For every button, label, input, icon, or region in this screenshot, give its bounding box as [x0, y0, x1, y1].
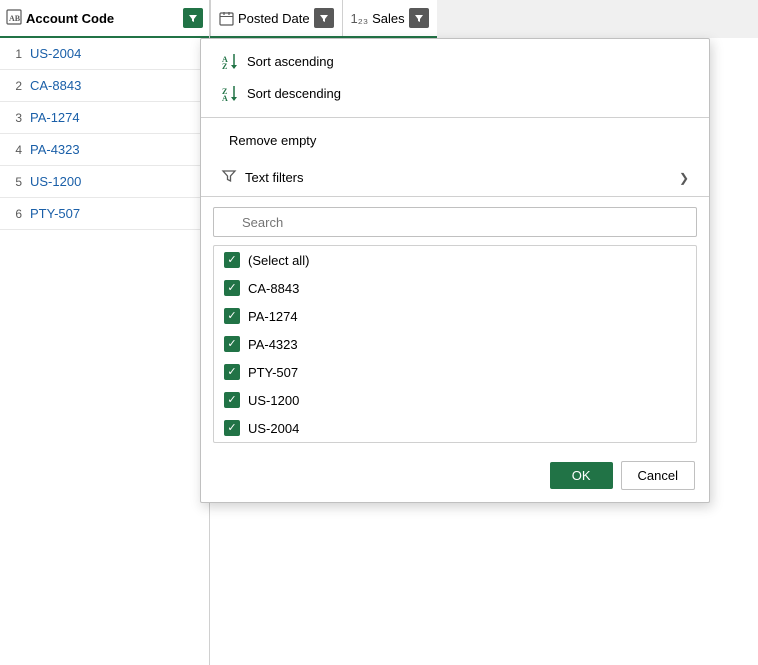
row-value: PTY-507 [30, 206, 80, 221]
checkbox-list: ✓ (Select all) ✓ CA-8843 ✓ PA-1274 ✓ PA-… [213, 245, 697, 443]
select-all-item[interactable]: ✓ (Select all) [214, 246, 696, 274]
sort-descending-label: Sort descending [247, 86, 341, 101]
text-column-icon: AB [6, 9, 22, 28]
chevron-right-icon: ❯ [679, 171, 689, 185]
row-number: 2 [0, 79, 30, 93]
sort-descending-item[interactable]: Z A Sort descending [201, 77, 709, 109]
svg-text:AB: AB [9, 14, 21, 23]
other-headers: Posted Date 1₂₃ Sales [210, 0, 437, 38]
filter-dropdown: A Z Sort ascending Z A Sort descending [200, 38, 710, 503]
svg-text:A: A [222, 94, 228, 102]
item-label-pa4323: PA-4323 [248, 337, 298, 352]
select-all-checkbox[interactable]: ✓ [224, 252, 240, 268]
posted-date-filter-button[interactable] [314, 8, 334, 28]
row-value: US-1200 [30, 174, 81, 189]
checkbox-pty507[interactable]: ✓ [224, 364, 240, 380]
divider-2 [201, 196, 709, 197]
row-number: 3 [0, 111, 30, 125]
text-filters-left: Text filters [221, 168, 304, 187]
row-number: 5 [0, 175, 30, 189]
checkbox-item-pty507[interactable]: ✓ PTY-507 [214, 358, 696, 386]
select-all-label: (Select all) [248, 253, 309, 268]
table-row: 6 PTY-507 [0, 198, 209, 230]
checkmark-icon: ✓ [227, 255, 236, 266]
item-label-us1200: US-1200 [248, 393, 299, 408]
row-number: 6 [0, 207, 30, 221]
text-filters-item[interactable]: Text filters ❯ [201, 161, 709, 194]
checkmark-icon: ✓ [227, 283, 236, 294]
account-code-label: Account Code [26, 11, 179, 26]
text-filters-label: Text filters [245, 170, 304, 185]
account-code-filter-button[interactable] [183, 8, 203, 28]
svg-text:Z: Z [222, 62, 227, 70]
checkbox-pa1274[interactable]: ✓ [224, 308, 240, 324]
row-value: CA-8843 [30, 78, 81, 93]
checkbox-ca8843[interactable]: ✓ [224, 280, 240, 296]
checkbox-pa4323[interactable]: ✓ [224, 336, 240, 352]
sales-filter-button[interactable] [409, 8, 429, 28]
checkmark-icon: ✓ [227, 367, 236, 378]
row-value: PA-1274 [30, 110, 80, 125]
table-row: 2 CA-8843 [0, 70, 209, 102]
sort-ascending-item[interactable]: A Z Sort ascending [201, 45, 709, 77]
checkbox-item-ca8843[interactable]: ✓ CA-8843 [214, 274, 696, 302]
remove-empty-label: Remove empty [229, 133, 316, 148]
checkbox-item-pa4323[interactable]: ✓ PA-4323 [214, 330, 696, 358]
posted-date-label: Posted Date [238, 11, 310, 26]
funnel-icon [221, 168, 237, 187]
checkmark-icon: ✓ [227, 311, 236, 322]
checkmark-icon: ✓ [227, 423, 236, 434]
search-wrapper: 🔍 [213, 207, 697, 237]
cancel-button[interactable]: Cancel [621, 461, 695, 490]
sort-section: A Z Sort ascending Z A Sort descending [201, 39, 709, 115]
checkmark-icon: ✓ [227, 395, 236, 406]
sort-ascending-icon: A Z [221, 52, 239, 70]
remove-empty-item[interactable]: Remove empty [201, 126, 709, 155]
checkmark-icon: ✓ [227, 339, 236, 350]
calendar-icon [219, 11, 234, 26]
ok-button[interactable]: OK [550, 462, 613, 489]
item-label-us2004: US-2004 [248, 421, 299, 436]
item-label-pa1274: PA-1274 [248, 309, 298, 324]
table-row: 5 US-1200 [0, 166, 209, 198]
row-number: 1 [0, 47, 30, 61]
checkbox-us2004[interactable]: ✓ [224, 420, 240, 436]
table-row: 4 PA-4323 [0, 134, 209, 166]
divider-1 [201, 117, 709, 118]
table-area: AB Account Code 1 US-2004 2 CA-8843 3 PA… [0, 0, 210, 665]
table-body: 1 US-2004 2 CA-8843 3 PA-1274 4 PA-4323 … [0, 38, 209, 230]
table-row: 1 US-2004 [0, 38, 209, 70]
remove-empty-section: Remove empty [201, 120, 709, 161]
sales-icon: 1₂₃ [351, 11, 369, 26]
table-row: 3 PA-1274 [0, 102, 209, 134]
account-code-header: AB Account Code [0, 0, 209, 38]
row-number: 4 [0, 143, 30, 157]
search-input[interactable] [213, 207, 697, 237]
row-value: US-2004 [30, 46, 81, 61]
checkbox-us1200[interactable]: ✓ [224, 392, 240, 408]
sort-ascending-label: Sort ascending [247, 54, 334, 69]
sales-label: Sales [372, 11, 405, 26]
item-label-ca8843: CA-8843 [248, 281, 299, 296]
item-label-pty507: PTY-507 [248, 365, 298, 380]
checkbox-item-us1200[interactable]: ✓ US-1200 [214, 386, 696, 414]
posted-date-header: Posted Date [210, 0, 342, 36]
dropdown-footer: OK Cancel [201, 451, 709, 502]
checkbox-item-pa1274[interactable]: ✓ PA-1274 [214, 302, 696, 330]
row-value: PA-4323 [30, 142, 80, 157]
sales-header: 1₂₃ Sales [342, 0, 437, 36]
sort-descending-icon: Z A [221, 84, 239, 102]
search-container: 🔍 [201, 199, 709, 245]
checkbox-item-us2004[interactable]: ✓ US-2004 [214, 414, 696, 442]
